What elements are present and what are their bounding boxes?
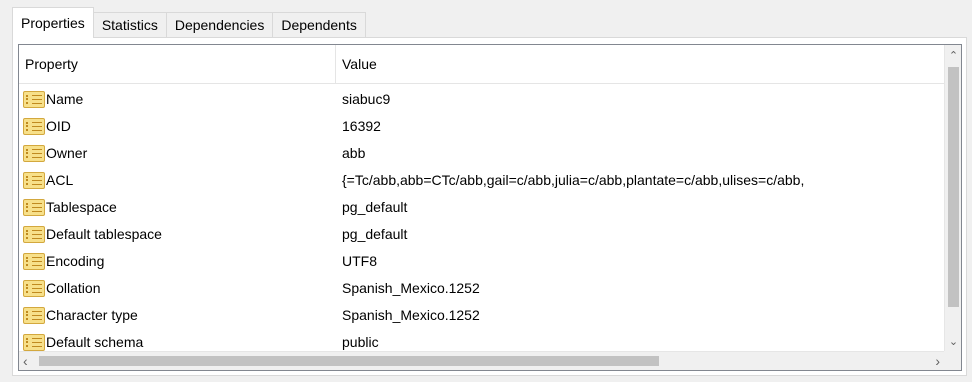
property-value: siabuc9: [342, 91, 391, 107]
property-value: pg_default: [342, 199, 408, 215]
property-list-icon: [23, 307, 45, 324]
column-header-property[interactable]: Property: [19, 45, 336, 83]
list-rows: Name siabuc9 OID 16392 Owner abb ACL {=T…: [19, 86, 944, 352]
property-list-icon: [23, 334, 45, 351]
property-value: UTF8: [342, 253, 377, 269]
horizontal-scroll-thumb[interactable]: [39, 356, 659, 366]
horizontal-scrollbar[interactable]: ‹ ›: [19, 351, 944, 370]
property-list-icon: [23, 226, 45, 243]
property-value: Spanish_Mexico.1252: [342, 307, 480, 323]
property-name: Collation: [46, 280, 101, 296]
column-header-value[interactable]: Value: [336, 45, 942, 83]
property-list-icon: [23, 145, 45, 162]
list-item[interactable]: Owner abb: [19, 140, 944, 167]
tab-statistics[interactable]: Statistics: [92, 12, 167, 38]
chevron-left-icon[interactable]: ‹: [23, 352, 28, 370]
property-list-icon: [23, 91, 45, 108]
list-item[interactable]: Encoding UTF8: [19, 248, 944, 275]
property-name: Default schema: [46, 334, 144, 350]
property-list-icon: [23, 199, 45, 216]
property-name: Tablespace: [46, 199, 117, 215]
chevron-up-icon[interactable]: ⌃: [945, 49, 961, 62]
vertical-scroll-thumb[interactable]: [948, 67, 959, 307]
property-name: Encoding: [46, 253, 105, 269]
property-list-icon: [23, 172, 45, 189]
properties-list[interactable]: Property Value Name siabuc9 OID 16392 Ow…: [18, 44, 962, 371]
property-name: Character type: [46, 307, 138, 323]
tab-dependents[interactable]: Dependents: [272, 12, 366, 38]
list-item[interactable]: Character type Spanish_Mexico.1252: [19, 302, 944, 329]
property-value: 16392: [342, 118, 381, 134]
list-item[interactable]: Collation Spanish_Mexico.1252: [19, 275, 944, 302]
property-list-icon: [23, 253, 45, 270]
scrollbar-corner: [944, 351, 961, 370]
tab-dependencies[interactable]: Dependencies: [165, 12, 274, 38]
property-name: ACL: [46, 172, 74, 188]
property-list-icon: [23, 280, 45, 297]
property-name: Owner: [46, 145, 88, 161]
property-value: abb: [342, 145, 366, 161]
tab-properties[interactable]: Properties: [12, 7, 94, 38]
property-value: {=Tc/abb,abb=CTc/abb,gail=c/abb,julia=c/…: [342, 172, 805, 188]
list-item[interactable]: Tablespace pg_default: [19, 194, 944, 221]
list-item[interactable]: Default schema public: [19, 329, 944, 352]
property-name: Name: [46, 91, 84, 107]
list-item[interactable]: ACL {=Tc/abb,abb=CTc/abb,gail=c/abb,juli…: [19, 167, 944, 194]
list-header: Property Value: [19, 45, 944, 84]
properties-panel: Property Value Name siabuc9 OID 16392 Ow…: [12, 37, 967, 376]
property-value: pg_default: [342, 226, 408, 242]
list-item[interactable]: Name siabuc9: [19, 86, 944, 113]
chevron-down-icon[interactable]: ⌄: [945, 335, 961, 348]
vertical-scrollbar[interactable]: ⌃ ⌄: [944, 45, 961, 352]
property-value: Spanish_Mexico.1252: [342, 280, 480, 296]
list-item[interactable]: Default tablespace pg_default: [19, 221, 944, 248]
property-name: Default tablespace: [46, 226, 162, 242]
list-item[interactable]: OID 16392: [19, 113, 944, 140]
tab-bar: Properties Statistics Dependencies Depen…: [12, 7, 366, 38]
chevron-right-icon[interactable]: ›: [935, 352, 940, 370]
property-value: public: [342, 334, 379, 350]
property-name: OID: [46, 118, 71, 134]
property-list-icon: [23, 118, 45, 135]
